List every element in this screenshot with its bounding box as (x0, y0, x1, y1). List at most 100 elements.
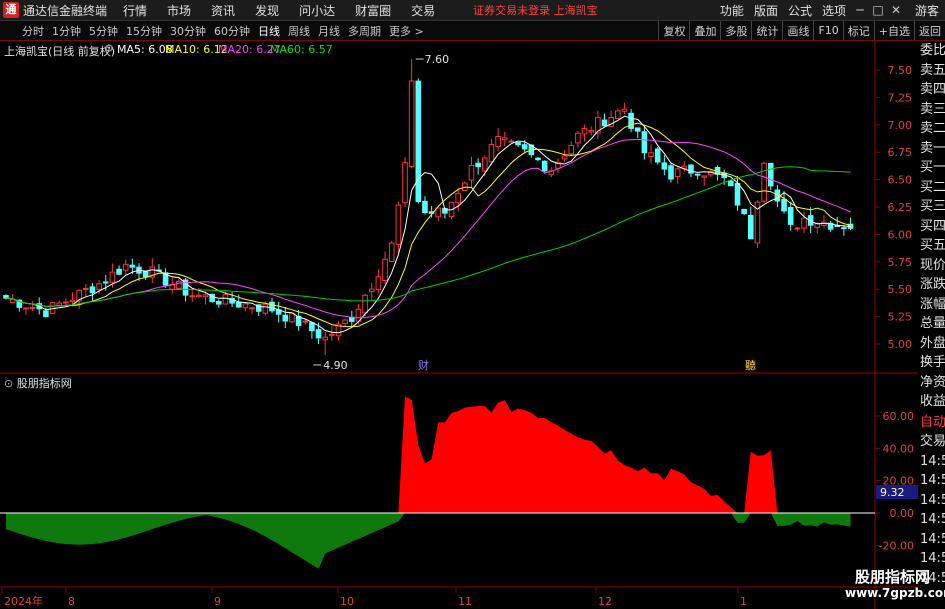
settings-gear-icon[interactable]: ⚙ (104, 42, 114, 55)
candle-body (694, 173, 701, 176)
menu-quotes[interactable]: 行情 (113, 2, 157, 19)
period-15min[interactable]: 15分钟 (122, 23, 166, 39)
menu-wealth-circle[interactable]: 财富圈 (345, 2, 401, 19)
side-tick-7: 14:56 (920, 551, 945, 566)
candle-body (668, 165, 674, 180)
guest-label[interactable]: 游客 (915, 2, 939, 19)
candle-body (767, 162, 774, 187)
price-tick-label: 7.25 (888, 91, 913, 104)
current-value-label: 9.32 (880, 486, 905, 499)
candle-body (109, 271, 116, 283)
candle-body (794, 227, 801, 230)
candle-body (501, 137, 508, 141)
xaxis-label: 8 (68, 595, 75, 608)
multi-stock-button[interactable]: 多股 (720, 21, 751, 40)
candle-body (641, 131, 648, 154)
event-marker-finance: 财 (418, 358, 429, 372)
menu-trade[interactable]: 交易 (401, 2, 445, 19)
period-weekly[interactable]: 周线 (284, 23, 314, 39)
mark-button[interactable]: 标记 (842, 21, 874, 40)
title-bar: 通 通达信金融终端 行情 市场 资讯 发现 问小达 财富圈 交易 证券交易未登录… (0, 0, 945, 21)
candle-body (575, 132, 581, 144)
period-intraday[interactable]: 分时 (18, 23, 48, 39)
menu-function[interactable]: 功能 (715, 2, 749, 19)
period-1min[interactable]: 1分钟 (48, 23, 85, 39)
candle-body (83, 287, 89, 290)
candle-body (568, 144, 575, 155)
candle-body (482, 157, 488, 172)
stock-title: 上海凯宝(日线 前复权) (4, 45, 116, 58)
menu-formula[interactable]: 公式 (783, 2, 817, 19)
minimize-icon[interactable]: ─ (851, 3, 869, 17)
period-multi[interactable]: 多周期 (344, 23, 385, 39)
period-30min[interactable]: 30分钟 (166, 23, 210, 39)
candle-body (761, 162, 767, 202)
side-label-12: 涨跌 (920, 277, 945, 292)
draw-line-button[interactable]: 画线 (782, 21, 813, 40)
candle-body (23, 307, 29, 310)
candle-body (63, 301, 69, 304)
menu-discover[interactable]: 发现 (245, 2, 289, 19)
candle-body (242, 303, 249, 309)
candle-body (601, 119, 608, 127)
candle-body (648, 152, 654, 157)
add-watchlist-button[interactable]: +自选 (873, 21, 914, 40)
period-5min[interactable]: 5分钟 (85, 23, 122, 39)
candle-body (661, 162, 668, 170)
side-label-2: 卖四 (920, 82, 945, 97)
candle-body (282, 314, 289, 322)
statistics-button[interactable]: 统计 (751, 21, 782, 40)
indicator-tick-label: -20.00 (879, 539, 914, 552)
app-logo-icon: 通 (3, 2, 19, 18)
low-marker-label: 4.90 (323, 359, 348, 372)
period-daily[interactable]: 日线 (254, 23, 284, 39)
candle-body (588, 130, 595, 133)
candle-body (69, 299, 76, 303)
side-label-7: 买二 (920, 179, 945, 195)
side-tick-1[interactable]: 交易 (918, 432, 945, 452)
side-label-10: 买五 (920, 238, 945, 253)
title-right-menu: 功能 版面 公式 选项 ─ □ ✕ 游客 (715, 2, 945, 19)
candle-body (368, 288, 375, 293)
period-monthly[interactable]: 月线 (314, 23, 344, 39)
candle-body (628, 112, 634, 129)
f10-button[interactable]: F10 (813, 21, 842, 40)
side-label-0: 委比 (920, 43, 945, 58)
back-button[interactable]: 返回 (914, 21, 945, 40)
period-60min[interactable]: 60分钟 (210, 23, 254, 39)
candle-body (315, 329, 322, 339)
candle-body (395, 204, 402, 245)
app-title: 通达信金融终端 (23, 3, 108, 18)
menu-ask[interactable]: 问小达 (289, 2, 345, 19)
period-more[interactable]: 更多 > (385, 23, 428, 39)
xaxis-label: 12 (598, 595, 612, 608)
indicator-toggle-icon[interactable]: ⊙ (4, 377, 13, 390)
side-tick-0[interactable]: 自动 (918, 413, 945, 433)
xaxis-label: 10 (340, 595, 354, 608)
candle-body (382, 258, 388, 282)
menu-layout[interactable]: 版面 (749, 2, 783, 19)
candle-body (515, 142, 521, 146)
candle-body (781, 198, 787, 212)
xaxis-label: 1 (740, 595, 747, 608)
kline-chart[interactable]: 7.50 7.25 7.00 6.75 6.50 6.25 6.00 5.75 5.50 5.25… (0, 41, 918, 609)
close-icon[interactable]: ✕ (887, 3, 905, 17)
menu-market[interactable]: 市场 (157, 2, 201, 19)
maximize-icon[interactable]: □ (869, 3, 887, 17)
menu-options[interactable]: 选项 (817, 2, 851, 19)
side-label-6: 买一 (920, 160, 945, 175)
side-label-4: 卖二 (920, 121, 945, 136)
candle-body (561, 155, 568, 160)
candle-body (3, 295, 9, 299)
candle-body (615, 110, 621, 119)
menu-news[interactable]: 资讯 (201, 2, 245, 19)
price-tick-label: 7.00 (888, 119, 913, 132)
overlay-button[interactable]: 叠加 (689, 21, 720, 40)
candle-body (142, 270, 149, 278)
restore-rights-button[interactable]: 复权 (658, 21, 689, 40)
price-tick-label: 6.25 (888, 201, 913, 214)
price-tick-label: 7.50 (888, 64, 913, 77)
side-label-3: 卖三 (920, 101, 945, 117)
candle-body (701, 175, 708, 178)
candle-body (176, 280, 182, 290)
